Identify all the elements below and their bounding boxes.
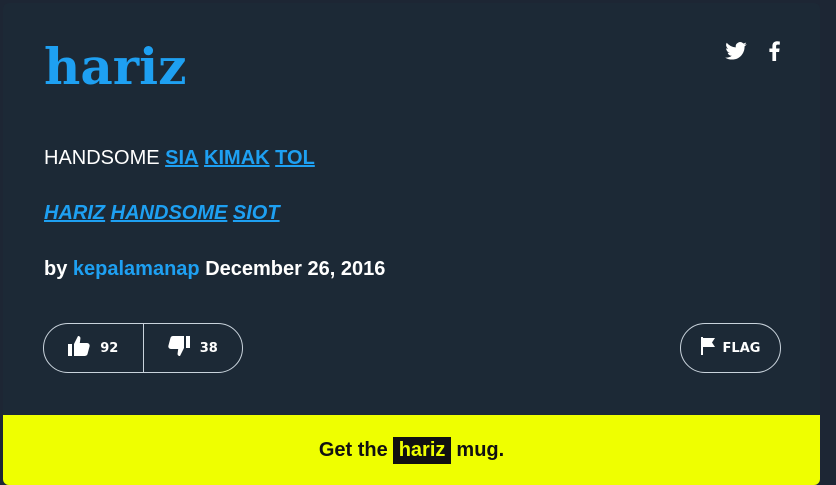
example-link-hariz[interactable]: HARIZ — [44, 202, 105, 224]
upvote-count: 92 — [100, 340, 119, 356]
definition-card: hariz HANDSOME SIA KIMAK TOL HARIZ HANDS… — [3, 3, 820, 485]
mug-suffix: mug. — [456, 438, 505, 461]
vote-buttons: 92 38 — [43, 323, 243, 373]
thumbs-down-icon — [168, 336, 190, 360]
flag-label: FLAG — [722, 340, 761, 356]
downvote-button[interactable]: 38 — [142, 324, 243, 372]
mug-banner[interactable]: Get the hariz mug. — [3, 415, 820, 485]
flag-icon — [700, 337, 715, 359]
thumbs-up-icon — [68, 336, 90, 360]
example-link-handsome[interactable]: HANDSOME — [111, 202, 228, 224]
downvote-count: 38 — [199, 340, 218, 356]
meaning: HANDSOME SIA KIMAK TOL — [44, 144, 315, 172]
post-date: December 26, 2016 — [205, 258, 386, 280]
meaning-text: HANDSOME — [44, 147, 160, 169]
mug-word: hariz — [392, 436, 452, 464]
meaning-link-tol[interactable]: TOL — [275, 147, 315, 169]
contributor-line: by kepalamanap December 26, 2016 — [44, 255, 385, 283]
word-title[interactable]: hariz — [44, 37, 186, 97]
facebook-icon[interactable] — [769, 41, 780, 65]
flag-button[interactable]: FLAG — [680, 323, 781, 373]
meaning-link-kimak[interactable]: KIMAK — [204, 147, 270, 169]
meaning-link-sia[interactable]: SIA — [165, 147, 198, 169]
by-label: by — [44, 258, 68, 280]
upvote-button[interactable]: 92 — [44, 324, 143, 372]
mug-prefix: Get the — [318, 438, 388, 461]
author-link[interactable]: kepalamanap — [73, 258, 200, 280]
share-buttons — [725, 41, 780, 65]
twitter-icon[interactable] — [725, 42, 747, 64]
example: HARIZ HANDSOME SIOT — [44, 199, 280, 227]
example-link-siot[interactable]: SIOT — [233, 202, 280, 224]
